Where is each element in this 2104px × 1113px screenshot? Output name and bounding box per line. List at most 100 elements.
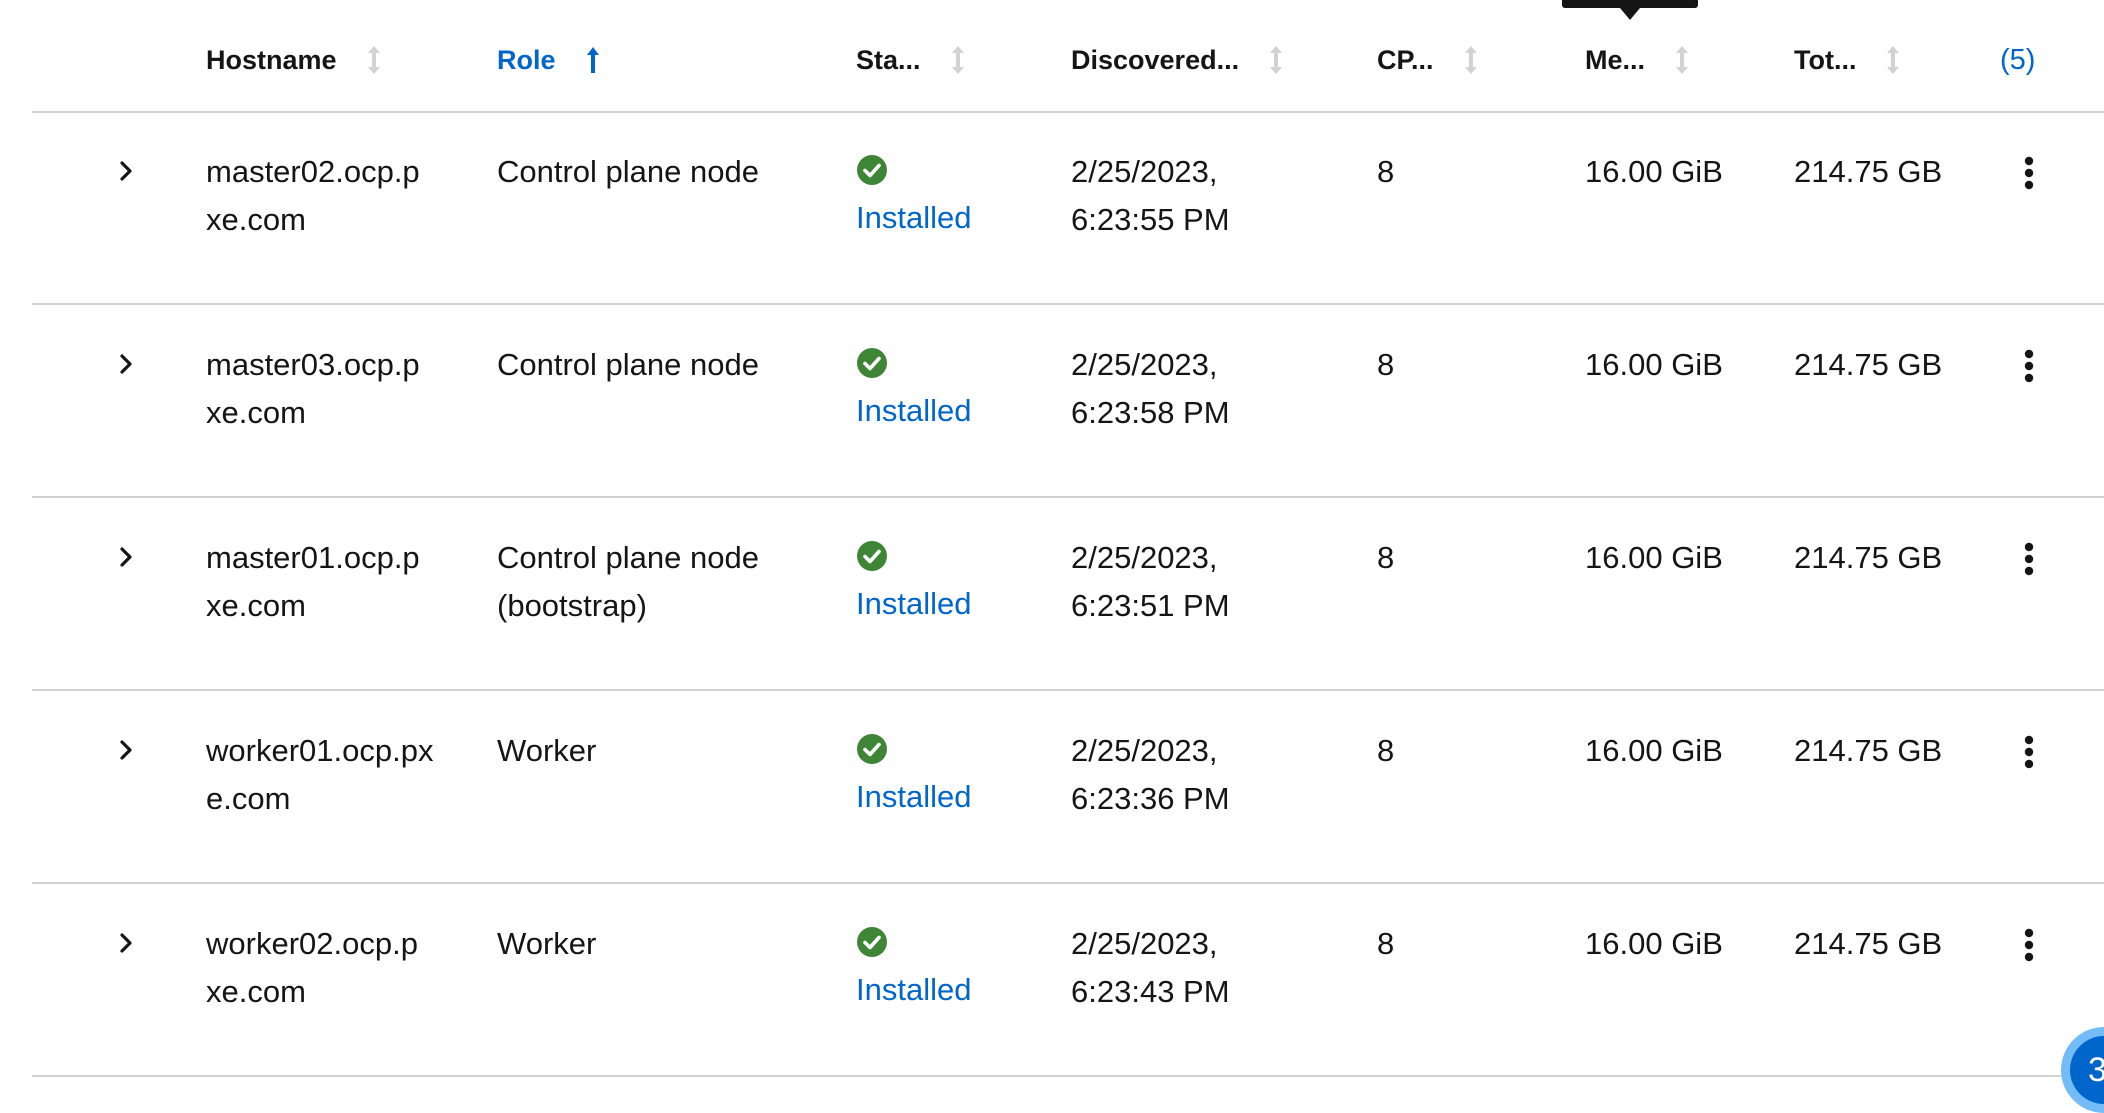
discovered-cell: 2/25/2023, 6:23:36 PM [1071,727,1230,823]
row-expand-toggle[interactable] [114,542,138,572]
column-header-label: Discovered... [1071,44,1240,75]
table-row: master02.ocp.p xe.com Control plane node In… [0,112,2104,306]
cpu-cell: 8 [1377,534,1394,582]
memory-cell: 16.00 GiB [1585,148,1723,196]
hostname-cell-line: master01.ocp.p [206,540,420,575]
cpu-cell-line: 8 [1377,926,1395,961]
discovered-cell-line: 2/25/2023, [1071,540,1218,575]
memory-cell: 16.00 GiB [1585,727,1723,775]
hostname-cell: master03.ocp.p xe.com [206,341,420,437]
role-cell-line: Control plane node [497,347,759,382]
hostname-cell-line: master02.ocp.p [206,154,420,189]
column-header-label: Tot... [1794,44,1857,75]
column-header-cpu[interactable]: CP... [1377,40,1480,80]
kebab-icon [2024,542,2034,576]
sort-icon [1462,44,1480,76]
memory-cell-line: 16.00 GiB [1585,540,1723,575]
table-row: worker01.ocp.px e.com Worker Installed 2/25/… [0,691,2104,885]
status-cell: Installed [856,341,971,435]
column-header-memory[interactable]: Me... [1585,40,1691,80]
role-cell-line: (bootstrap) [497,588,647,623]
cpu-cell: 8 [1377,920,1394,968]
check-circle-icon [857,927,887,957]
memory-cell-line: 16.00 GiB [1585,154,1723,189]
role-cell: Control plane node [497,341,759,389]
column-header-status[interactable]: Sta... [856,40,967,80]
discovered-cell-line: 2/25/2023, [1071,154,1218,189]
hostname-cell-line: xe.com [206,395,306,430]
role-cell: Worker [497,727,596,775]
discovered-cell-line: 6:23:36 PM [1071,781,1230,816]
notification-count: 3 [2070,1036,2104,1104]
column-header-role[interactable]: Role [497,40,602,80]
status-cell: Installed [856,534,971,628]
table-row: master03.ocp.p xe.com Control plane node In… [0,305,2104,499]
row-actions-button[interactable] [2016,152,2042,194]
column-header-discovered[interactable]: Discovered... [1071,40,1285,80]
discovered-cell-line: 6:23:58 PM [1071,395,1230,430]
table-row: worker02.ocp.p xe.com Worker Installed 2/25/… [0,884,2104,1078]
hostname-cell: worker01.ocp.px e.com [206,727,433,823]
cpu-cell-line: 8 [1377,733,1395,768]
status-link[interactable]: Installed [856,966,971,1014]
memory-cell: 16.00 GiB [1585,920,1723,968]
disk-cell: 214.75 GB [1794,534,1942,582]
column-header-disk[interactable]: Tot... [1794,40,1902,80]
disk-cell: 214.75 GB [1794,148,1942,196]
row-expand-toggle[interactable] [114,928,138,958]
column-header-label: Sta... [856,44,921,75]
row-actions-button[interactable] [2016,538,2042,580]
discovered-cell-line: 2/25/2023, [1071,347,1218,382]
table-row: master01.ocp.p xe.com Control plane node (b… [0,498,2104,692]
hostname-cell-line: xe.com [206,588,306,623]
discovered-cell: 2/25/2023, 6:23:51 PM [1071,534,1230,630]
role-cell: Control plane node (bootstrap) [497,534,759,630]
row-actions-button[interactable] [2016,731,2042,773]
status-link[interactable]: Installed [856,387,971,435]
row-expand-toggle[interactable] [114,349,138,379]
disk-cell-line: 214.75 GB [1794,154,1943,189]
hostname-cell-line: worker02.ocp.p [206,926,418,961]
cpu-cell: 8 [1377,341,1394,389]
discovered-cell-line: 6:23:51 PM [1071,588,1230,623]
chevron-right-icon [120,354,132,374]
hosts-table-page: (5) Hostname Role Sta... Discovered... CP...… [0,0,2104,1113]
hostname-cell-line: e.com [206,781,291,816]
status-link[interactable]: Installed [856,773,971,821]
row-expand-toggle[interactable] [114,156,138,186]
hostname-cell: master01.ocp.p xe.com [206,534,420,630]
column-header-hostname[interactable]: Hostname [206,40,383,80]
chevron-right-icon [120,161,132,181]
columns-count-button[interactable]: (5) [2000,40,2035,80]
memory-cell-line: 16.00 GiB [1585,733,1723,768]
status-link[interactable]: Installed [856,194,971,242]
memory-cell-line: 16.00 GiB [1585,347,1723,382]
cpu-cell: 8 [1377,148,1394,196]
hostname-cell-line: worker01.ocp.px [206,733,434,768]
check-circle-icon [857,348,887,378]
column-header-label: CP... [1377,44,1434,75]
sort-icon [1884,44,1902,76]
hostname-cell: worker02.ocp.p xe.com [206,920,418,1016]
sort-icon [1267,44,1285,76]
hostname-cell: master02.ocp.p xe.com [206,148,420,244]
check-circle-icon [857,155,887,185]
chevron-right-icon [120,933,132,953]
check-circle-icon [857,541,887,571]
kebab-icon [2024,735,2034,769]
row-expand-toggle[interactable] [114,735,138,765]
role-cell-line: Control plane node [497,540,759,575]
hostname-cell-line: xe.com [206,202,306,237]
cpu-cell-line: 8 [1377,154,1395,189]
kebab-icon [2024,928,2034,962]
disk-cell-line: 214.75 GB [1794,733,1943,768]
chevron-right-icon [120,740,132,760]
role-cell-line: Worker [497,733,597,768]
chevron-right-icon [120,547,132,567]
status-link[interactable]: Installed [856,580,971,628]
row-actions-button[interactable] [2016,924,2042,966]
column-header-label: Hostname [206,44,337,75]
hostname-cell-line: master03.ocp.p [206,347,420,382]
memory-cell-line: 16.00 GiB [1585,926,1723,961]
row-actions-button[interactable] [2016,345,2042,387]
